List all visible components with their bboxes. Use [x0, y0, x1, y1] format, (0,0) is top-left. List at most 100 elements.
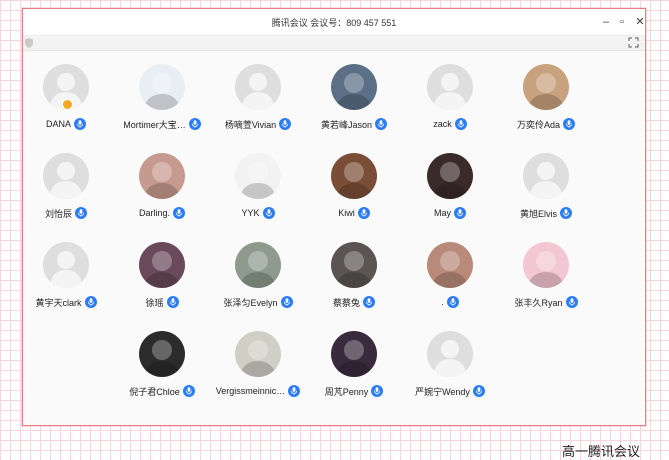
participant-tile[interactable]: 刘怡辰 — [18, 153, 114, 242]
participant-tile[interactable]: DANA — [18, 64, 114, 153]
avatar[interactable] — [331, 153, 377, 199]
avatar[interactable] — [427, 64, 473, 110]
profile-photo — [427, 242, 473, 288]
avatar[interactable] — [139, 331, 185, 377]
mic-icon[interactable] — [262, 207, 275, 219]
mic-icon[interactable] — [188, 118, 201, 130]
participant-name-row: . — [441, 295, 459, 309]
window-title: 腾讯会议 会议号：809 457 551 — [271, 18, 397, 28]
participant-tile[interactable]: zack — [402, 64, 498, 153]
mic-icon[interactable] — [454, 207, 466, 219]
profile-photo — [427, 153, 473, 199]
participant-tile[interactable]: 严婉宁Wendy — [402, 331, 498, 420]
avatar[interactable] — [523, 153, 569, 199]
mic-icon[interactable] — [75, 207, 87, 219]
participant-tile[interactable]: Vergissmeinnic… — [210, 331, 306, 420]
participant-tile[interactable]: Mortimer大宝… — [114, 64, 210, 153]
maximize-icon[interactable]: ▫ — [613, 13, 631, 31]
profile-photo — [139, 64, 185, 110]
profile-photo — [235, 242, 281, 288]
participant-tile[interactable]: 蔡蔡兔 — [306, 242, 402, 331]
mic-icon[interactable] — [560, 207, 572, 219]
mic-icon[interactable] — [375, 118, 388, 130]
participant-name-row: YYK — [241, 206, 275, 220]
participant-name-row: Kiwi — [338, 206, 370, 220]
avatar[interactable] — [43, 242, 89, 288]
avatar[interactable] — [235, 331, 281, 377]
participant-tile[interactable]: 张丰久Ryan — [498, 242, 594, 331]
participant-name-row: DANA — [46, 117, 86, 131]
participant-tile[interactable]: May — [402, 153, 498, 242]
participant-tile[interactable]: . — [402, 242, 498, 331]
mic-icon[interactable] — [84, 296, 97, 308]
profile-photo — [331, 153, 377, 199]
mic-icon[interactable] — [371, 385, 384, 397]
mic-icon[interactable] — [472, 385, 485, 397]
close-icon[interactable]: ✕ — [631, 13, 649, 31]
participant-tile[interactable]: 杨嘀萱Vivian — [210, 64, 306, 153]
mic-icon[interactable] — [363, 296, 375, 308]
avatar[interactable] — [331, 331, 377, 377]
participant-name: May — [433, 208, 451, 218]
mic-icon[interactable] — [280, 296, 293, 308]
mic-icon[interactable] — [454, 118, 467, 130]
avatar[interactable] — [235, 153, 281, 199]
mic-icon[interactable] — [173, 207, 185, 219]
avatar[interactable] — [523, 242, 569, 288]
participant-name-row: Mortimer大宝… — [123, 117, 201, 131]
mic-icon[interactable] — [357, 207, 370, 219]
participant-tile[interactable]: 万奕伶Ada — [498, 64, 594, 153]
participant-tile[interactable]: 周芃Penny — [306, 331, 402, 420]
avatar[interactable] — [235, 64, 281, 110]
participant-name: 严婉宁Wendy — [415, 386, 470, 397]
participant-name: 黄旭Elvis — [519, 208, 557, 219]
profile-photo — [331, 64, 377, 110]
avatar[interactable] — [235, 242, 281, 288]
participant-name: . — [441, 297, 444, 307]
avatar[interactable] — [523, 64, 569, 110]
participant-name: zack — [433, 119, 452, 129]
mic-icon[interactable] — [279, 118, 292, 130]
participant-name: 徐瑶 — [145, 297, 164, 308]
mic-icon[interactable] — [446, 296, 459, 308]
participant-tile[interactable]: 黄宇天clark — [18, 242, 114, 331]
avatar[interactable] — [427, 153, 473, 199]
participant-tile[interactable]: 倪子君Chloe — [114, 331, 210, 420]
avatar[interactable] — [331, 64, 377, 110]
participant-tile[interactable]: Kiwi — [306, 153, 402, 242]
participant-name-row: 徐瑶 — [145, 295, 179, 309]
participant-name: 张泽匀Evelyn — [223, 297, 278, 308]
participant-tile[interactable]: 黄若峰Jason — [306, 64, 402, 153]
mic-icon[interactable] — [288, 385, 301, 397]
participant-tile[interactable]: 张泽匀Evelyn — [210, 242, 306, 331]
avatar[interactable] — [427, 331, 473, 377]
avatar[interactable] — [331, 242, 377, 288]
mic-icon[interactable] — [166, 296, 179, 308]
default-avatar-icon — [523, 153, 569, 199]
participant-name-row: 黄若峰Jason — [321, 117, 388, 131]
mic-icon[interactable] — [74, 118, 86, 130]
fullscreen-icon[interactable] — [628, 37, 639, 48]
avatar[interactable] — [139, 64, 185, 110]
mic-icon[interactable] — [563, 118, 575, 130]
host-badge-icon — [62, 99, 73, 110]
participant-name: Kiwi — [338, 208, 355, 218]
mic-icon[interactable] — [565, 296, 578, 308]
avatar[interactable] — [139, 153, 185, 199]
participant-name-row: 刘怡辰 — [45, 206, 87, 220]
participant-name-row: 万奕伶Ada — [517, 117, 575, 131]
participant-name-row: 倪子君Chloe — [129, 384, 195, 398]
avatar[interactable] — [427, 242, 473, 288]
participant-tile[interactable]: Darling. — [114, 153, 210, 242]
participant-tile[interactable]: YYK — [210, 153, 306, 242]
participant-name-row: 周芃Penny — [325, 384, 384, 398]
participant-name: YYK — [241, 208, 260, 218]
avatar[interactable] — [139, 242, 185, 288]
participant-name-row: 黄旭Elvis — [520, 206, 572, 220]
mic-icon[interactable] — [182, 385, 195, 397]
participant-tile[interactable]: 黄旭Elvis — [498, 153, 594, 242]
avatar[interactable] — [43, 153, 89, 199]
participant-tile[interactable]: 徐瑶 — [114, 242, 210, 331]
shield-icon — [25, 38, 33, 48]
participant-name: 刘怡辰 — [44, 208, 72, 219]
